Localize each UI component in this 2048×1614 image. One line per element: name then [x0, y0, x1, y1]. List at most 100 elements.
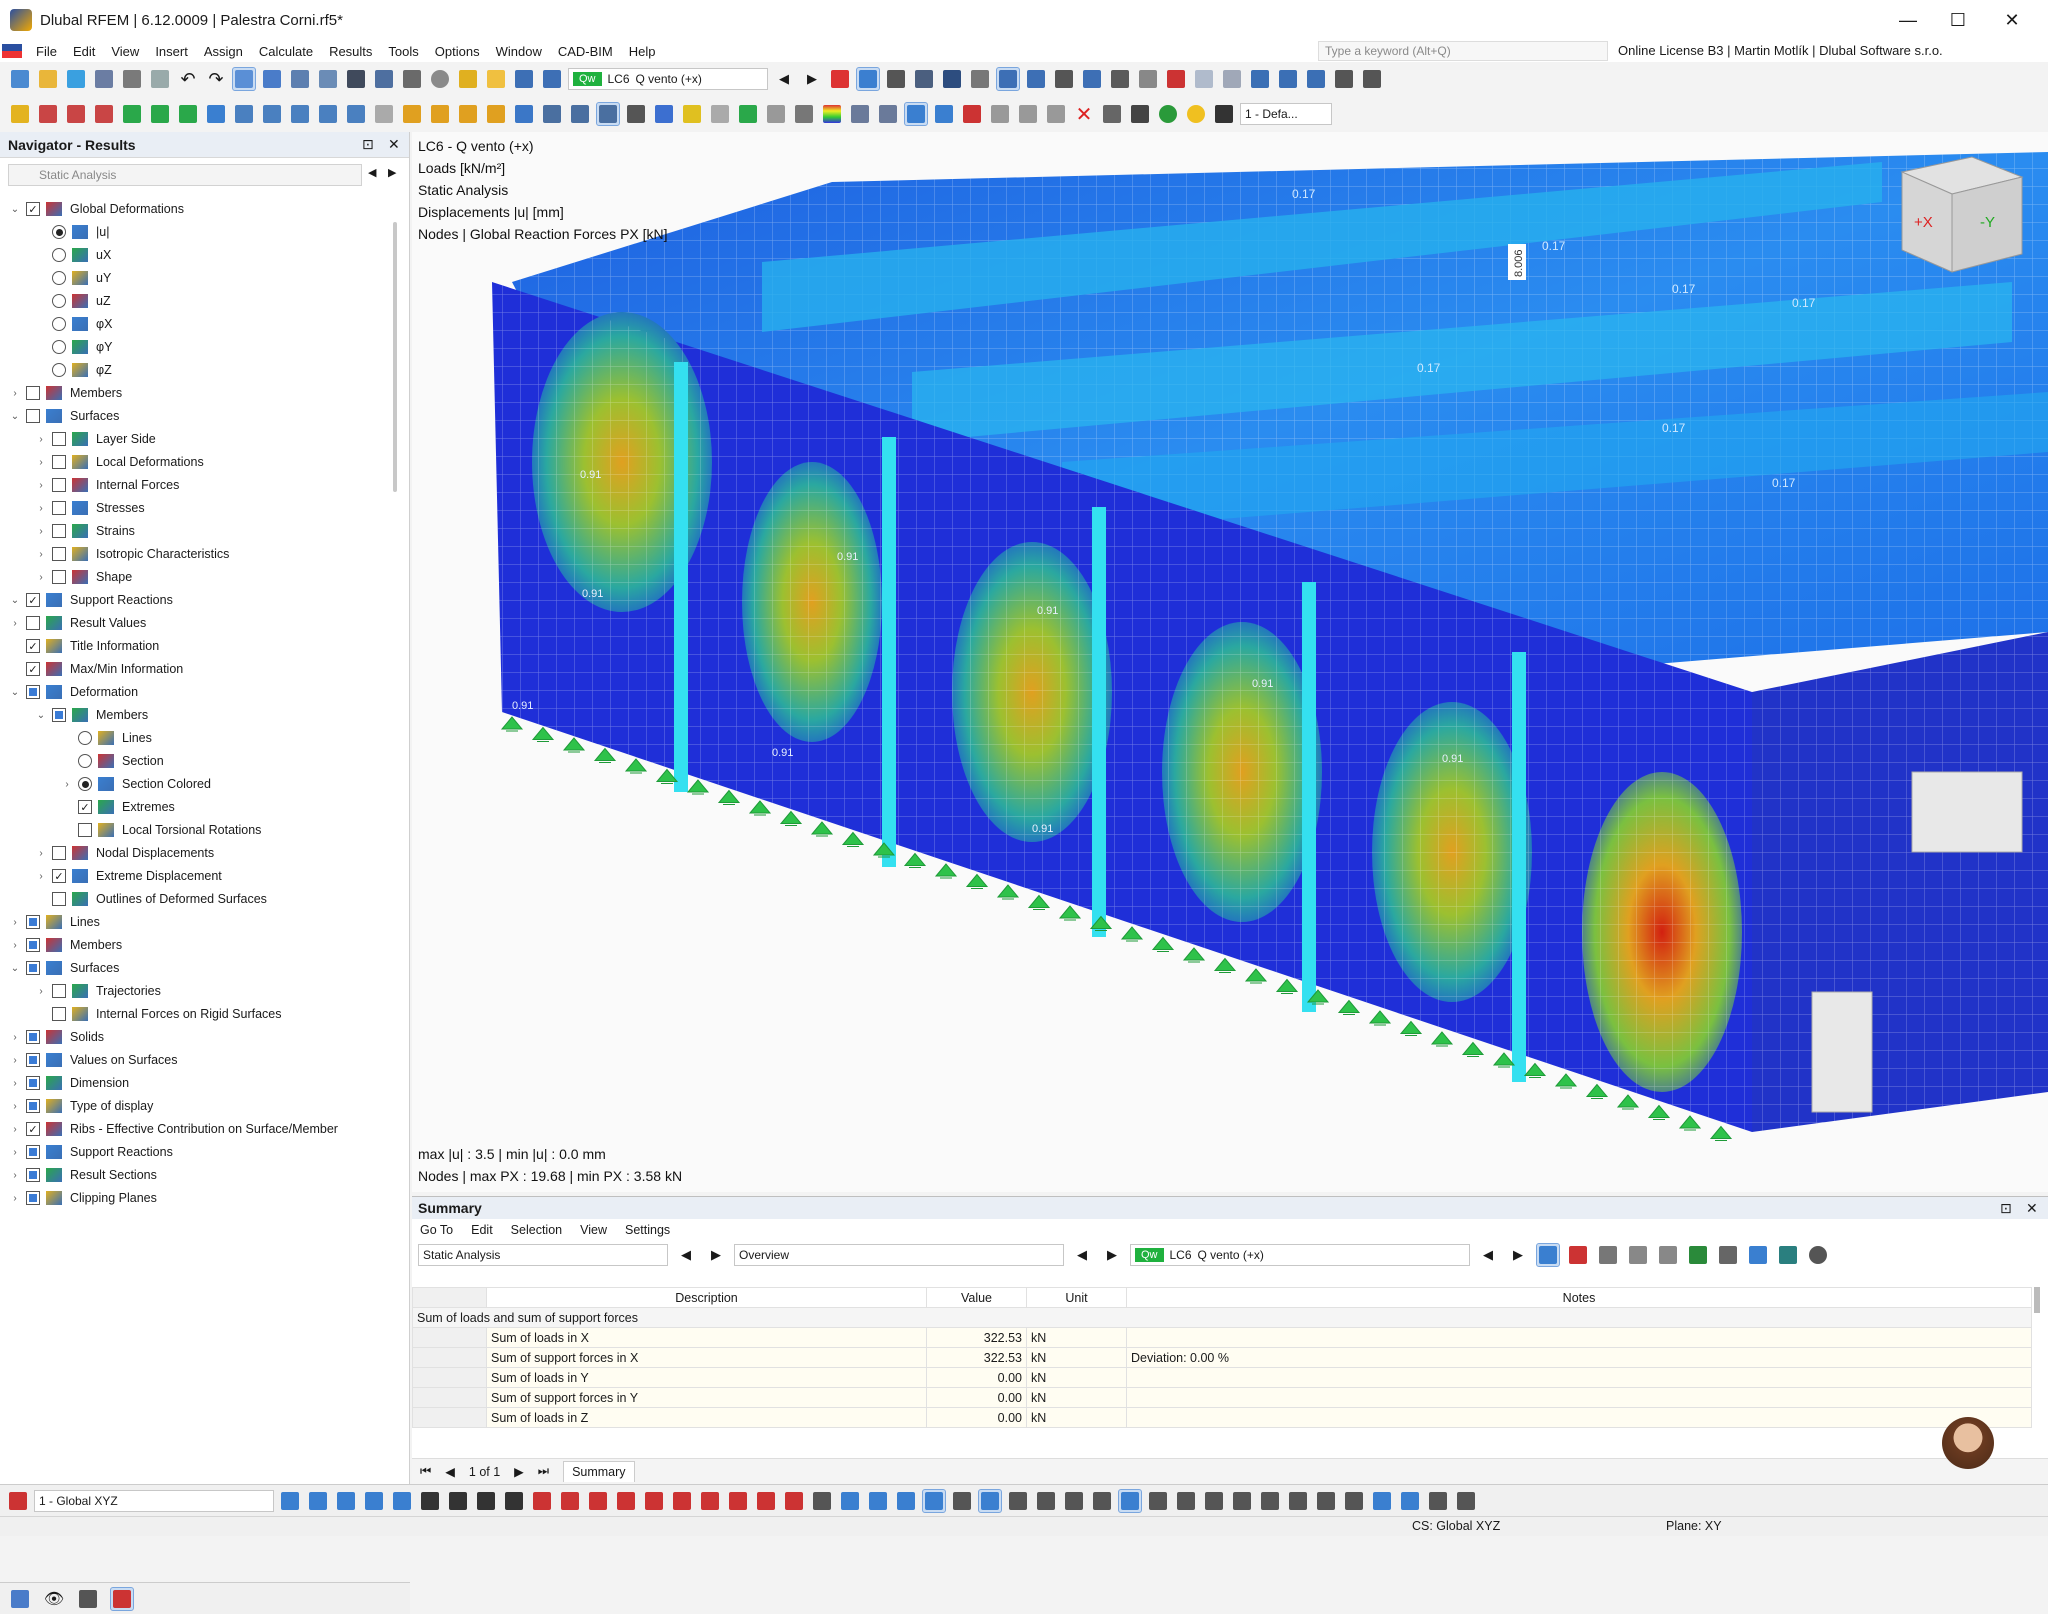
summary-lc-next-icon[interactable]: ▶ — [1506, 1243, 1530, 1267]
radio-button[interactable] — [52, 340, 66, 354]
render-icon[interactable] — [1136, 67, 1160, 91]
polygon-icon[interactable] — [698, 1489, 722, 1513]
pin-icon[interactable]: ⊡ — [362, 136, 374, 153]
compare-icon[interactable] — [540, 67, 564, 91]
parallel-icon[interactable] — [1174, 1489, 1198, 1513]
decimals-icon[interactable] — [1776, 1243, 1800, 1267]
col-unit[interactable]: Unit — [1027, 1288, 1127, 1308]
next-page-icon[interactable]: ▶ — [514, 1464, 524, 1479]
tree-item[interactable]: ⌄Members — [34, 704, 148, 726]
expand-chevron-icon[interactable]: › — [34, 871, 48, 882]
support2-tool-icon[interactable] — [148, 102, 172, 126]
wave-icon[interactable] — [652, 102, 676, 126]
summary-next-icon[interactable]: ▶ — [704, 1243, 728, 1267]
undo-icon[interactable]: ↶ — [176, 67, 200, 91]
table-row[interactable]: Sum of support forces in X322.53kNDeviat… — [413, 1348, 2032, 1368]
expand-chevron-icon[interactable]: › — [8, 1147, 22, 1158]
member-display-icon[interactable] — [446, 1489, 470, 1513]
print-icon[interactable] — [120, 67, 144, 91]
tree-item[interactable]: φZ — [34, 359, 112, 381]
table-settings-icon[interactable] — [1716, 1243, 1740, 1267]
expand-chevron-icon[interactable]: › — [8, 1124, 22, 1135]
axes-icon[interactable] — [950, 1489, 974, 1513]
search-input[interactable]: Type a keyword (Alt+Q) — [1318, 41, 1608, 61]
point-icon[interactable] — [1230, 1489, 1254, 1513]
globe-icon[interactable] — [428, 67, 452, 91]
tree-item[interactable]: ›Clipping Planes — [8, 1187, 157, 1209]
select-icon[interactable] — [484, 67, 508, 91]
cut-icon[interactable] — [792, 102, 816, 126]
checkbox[interactable] — [26, 1191, 40, 1205]
collapse-chevron-icon[interactable]: ⌄ — [8, 687, 22, 698]
tree-item[interactable]: ⌄Surfaces — [8, 957, 119, 979]
checkbox[interactable]: ✓ — [26, 202, 40, 216]
summary-close-icon[interactable]: ✕ — [2026, 1200, 2038, 1217]
checkbox[interactable] — [52, 547, 66, 561]
load-display-icon[interactable] — [418, 1489, 442, 1513]
guide-icon[interactable] — [456, 102, 480, 126]
filter-icon[interactable] — [540, 102, 564, 126]
lock-icon[interactable] — [1212, 102, 1236, 126]
rectangle-icon[interactable] — [782, 1489, 806, 1513]
tree-item[interactable]: φX — [34, 313, 112, 335]
object-snap2-icon[interactable] — [960, 102, 984, 126]
checkbox[interactable]: ✓ — [78, 800, 92, 814]
member-tool-icon[interactable] — [64, 102, 88, 126]
expand-chevron-icon[interactable]: › — [34, 986, 48, 997]
grid-display-icon[interactable] — [1370, 1489, 1394, 1513]
checkbox[interactable] — [26, 1099, 40, 1113]
summary-tab[interactable]: Summary — [563, 1461, 634, 1482]
navigator-scrollbar[interactable] — [393, 222, 397, 492]
tree-item[interactable]: ›Trajectories — [34, 980, 161, 1002]
member-load-icon[interactable] — [316, 102, 340, 126]
expand-chevron-icon[interactable]: › — [8, 917, 22, 928]
radio-button[interactable] — [78, 731, 92, 745]
menu-options[interactable]: Options — [427, 44, 488, 59]
magnet-icon[interactable] — [1006, 1489, 1030, 1513]
layers-display-icon[interactable] — [1128, 102, 1152, 126]
load-arrow-icon[interactable] — [502, 1489, 526, 1513]
box-icon[interactable] — [1192, 67, 1216, 91]
slash-icon[interactable] — [1146, 1489, 1170, 1513]
ring-icon[interactable] — [1202, 1489, 1226, 1513]
checkbox[interactable] — [78, 823, 92, 837]
report-icon[interactable] — [148, 67, 172, 91]
expand-chevron-icon[interactable]: › — [34, 457, 48, 468]
checkbox[interactable] — [52, 708, 66, 722]
radio-button[interactable] — [78, 777, 92, 791]
checkbox[interactable] — [26, 915, 40, 929]
members-results-icon[interactable] — [968, 67, 992, 91]
support-display-icon[interactable] — [736, 102, 760, 126]
tree-item[interactable]: Local Torsional Rotations — [60, 819, 261, 841]
checkbox[interactable]: ✓ — [26, 662, 40, 676]
tree-item[interactable]: ›✓Extreme Displacement — [34, 865, 222, 887]
shading-icon[interactable] — [680, 102, 704, 126]
summary-menu-edit[interactable]: Edit — [471, 1223, 493, 1237]
menu-help[interactable]: Help — [621, 44, 664, 59]
member-filter-icon[interactable] — [1596, 1243, 1620, 1267]
menu-insert[interactable]: Insert — [147, 44, 196, 59]
checkbox[interactable] — [52, 570, 66, 584]
load-tool-icon[interactable] — [288, 102, 312, 126]
spline-icon[interactable] — [586, 1489, 610, 1513]
checkbox[interactable] — [26, 1030, 40, 1044]
help-icon[interactable] — [1806, 1243, 1830, 1267]
pen-icon[interactable] — [456, 67, 480, 91]
tree-item[interactable]: uZ — [34, 290, 111, 312]
navigator-close-icon[interactable]: ✕ — [388, 136, 400, 153]
overview-select[interactable]: Overview — [734, 1244, 1064, 1266]
tree-item[interactable]: ✓Max/Min Information — [8, 658, 183, 680]
tree-item[interactable]: ›Dimension — [8, 1072, 129, 1094]
checkbox[interactable] — [52, 1007, 66, 1021]
tree-item[interactable]: uY — [34, 267, 111, 289]
console-icon[interactable] — [344, 67, 368, 91]
redo-icon[interactable]: ↷ — [204, 67, 228, 91]
summary-menu-view[interactable]: View — [580, 1223, 607, 1237]
tree-item[interactable]: ›Result Sections — [8, 1164, 157, 1186]
menu-file[interactable]: File — [28, 44, 65, 59]
xxx-values-icon[interactable] — [940, 67, 964, 91]
line-load-icon[interactable] — [530, 1489, 554, 1513]
tree-item[interactable]: Lines — [60, 727, 152, 749]
col-value[interactable]: Value — [927, 1288, 1027, 1308]
free-load-icon[interactable] — [372, 102, 396, 126]
